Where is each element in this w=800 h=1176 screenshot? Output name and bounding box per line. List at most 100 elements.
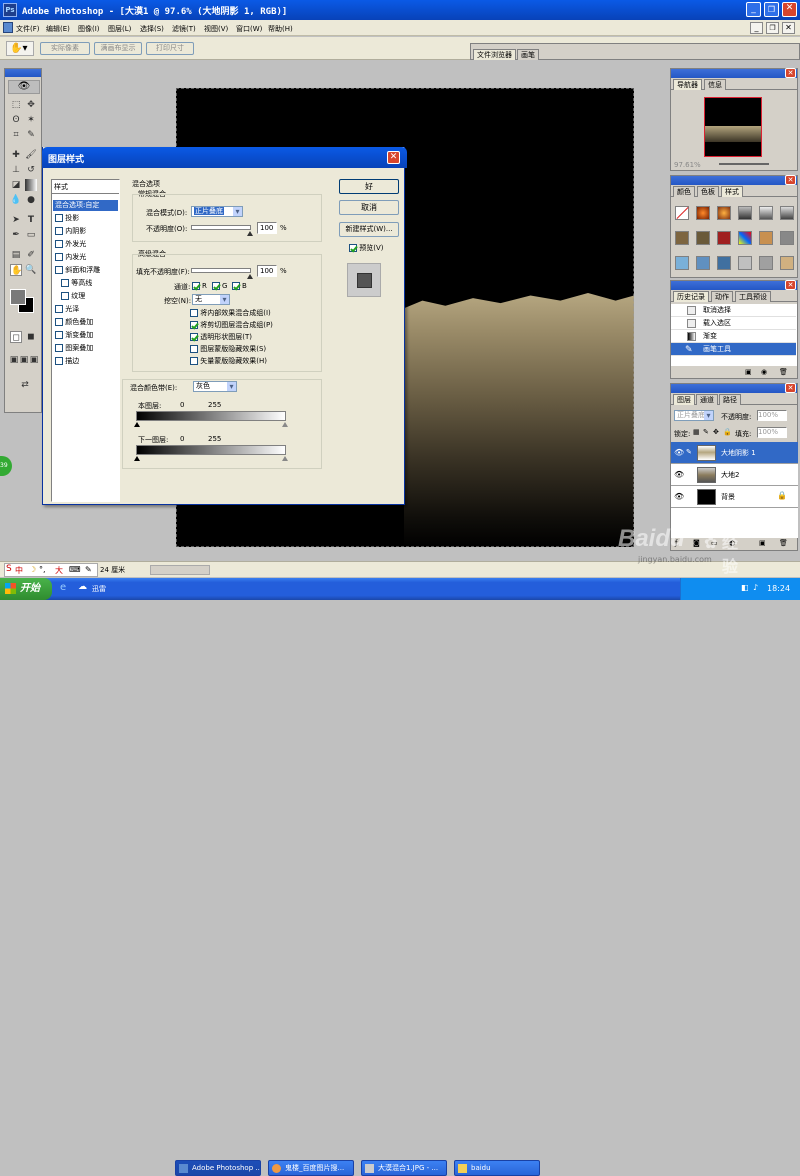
blur-tool-icon[interactable]: 💧	[10, 194, 22, 206]
style-swatch-13[interactable]	[675, 256, 689, 270]
history-close-icon[interactable]: ✕	[785, 280, 796, 290]
style-outer-glow[interactable]: 外发光	[53, 239, 118, 250]
gradient-tool-icon[interactable]	[25, 179, 37, 191]
style-swatch-none[interactable]	[675, 206, 689, 220]
style-swatch-7[interactable]	[675, 231, 689, 245]
delete-state-icon[interactable]: 🗑	[779, 368, 788, 376]
style-swatch-11[interactable]	[759, 231, 773, 245]
menu-layer[interactable]: 图层(L)	[108, 24, 131, 34]
close-button[interactable]: ✕	[782, 2, 797, 17]
style-swatch-4[interactable]	[738, 206, 752, 220]
layer-effects-icon[interactable]: ƒ	[675, 539, 677, 547]
history-item-active[interactable]: ✎ 画笔工具	[671, 343, 796, 356]
tab-tool-presets[interactable]: 工具预设	[735, 291, 771, 302]
lock-image-icon[interactable]: ✎	[703, 428, 709, 436]
channel-r-checkbox[interactable]	[192, 282, 200, 290]
style-inner-glow[interactable]: 内发光	[53, 252, 118, 263]
color-overlay-checkbox[interactable]	[55, 318, 63, 326]
lock-all-icon[interactable]: 🔒	[723, 428, 732, 436]
layer-row[interactable]: 👁 大地2	[671, 464, 798, 486]
new-snapshot-icon[interactable]: ◉	[761, 368, 767, 376]
ime-mode[interactable]: 中	[15, 565, 23, 576]
zoom-tool-icon[interactable]: 🔍	[25, 264, 37, 276]
ime-moon-icon[interactable]: ☽	[29, 565, 36, 574]
layer-fill-input[interactable]: 100%	[757, 427, 787, 438]
layer-mask-icon[interactable]: ◙	[693, 539, 700, 547]
ime-keyboard-icon[interactable]: ⌨	[69, 565, 81, 574]
style-bevel-emboss[interactable]: 斜面和浮雕	[53, 265, 118, 276]
tab-styles[interactable]: 样式	[721, 186, 743, 197]
underlying-white-thumb[interactable]	[282, 456, 288, 461]
screen-mode-full-icon[interactable]: ▣	[28, 354, 40, 366]
hand-tool-icon[interactable]: ✋▾	[6, 41, 34, 56]
adv-option-blend-clipped[interactable]: 将剪切图层混合成组(P)	[190, 320, 273, 330]
visibility-eye-icon[interactable]: 👁	[674, 448, 684, 457]
opacity-input[interactable]: 100	[257, 222, 277, 234]
style-swatch-10[interactable]	[738, 231, 752, 245]
tab-navigator[interactable]: 导航器	[673, 79, 702, 90]
magic-wand-icon[interactable]: ✶	[25, 114, 37, 126]
style-swatch-17[interactable]	[759, 256, 773, 270]
start-button[interactable]: 开始	[0, 578, 52, 600]
doc-restore-button[interactable]: ❐	[766, 22, 779, 34]
hand-icon[interactable]: ✋	[10, 264, 22, 276]
style-swatch-3[interactable]	[717, 206, 731, 220]
taskbar-browser[interactable]: 鬼楼_百度图片搜...	[268, 1160, 354, 1176]
history-brush-icon[interactable]: ↺	[25, 164, 37, 176]
style-swatch-16[interactable]	[738, 256, 752, 270]
this-layer-white-thumb[interactable]	[282, 422, 288, 427]
style-swatch-6[interactable]	[780, 206, 794, 220]
taskbar-folder[interactable]: baidu	[454, 1160, 540, 1176]
navigator-preview[interactable]	[704, 97, 762, 157]
navigator-zoom-slider[interactable]	[719, 163, 769, 165]
adv-option-layer-mask-hides[interactable]: 图层蒙版隐藏效果(S)	[190, 344, 266, 354]
layer-row[interactable]: 👁 背景 🔒	[671, 486, 798, 508]
print-size-button[interactable]: 打印尺寸	[146, 42, 194, 55]
style-swatch-14[interactable]	[696, 256, 710, 270]
contour-checkbox[interactable]	[61, 279, 69, 287]
opacity-slider-thumb[interactable]	[247, 231, 253, 236]
fill-opacity-slider[interactable]	[191, 268, 251, 273]
style-contour[interactable]: 等高线	[53, 278, 118, 289]
dodge-tool-icon[interactable]: ●	[25, 194, 37, 206]
style-satin[interactable]: 光泽	[53, 304, 118, 315]
tab-paths[interactable]: 路径	[719, 394, 741, 405]
quicklaunch-xunlei-icon[interactable]: ☁	[78, 582, 87, 592]
tab-history[interactable]: 历史记录	[673, 291, 709, 302]
fit-screen-button[interactable]: 满画布显示	[94, 42, 142, 55]
stamp-tool-icon[interactable]: ⊥	[10, 164, 22, 176]
adv-option-vector-mask-hides[interactable]: 矢量蒙版隐藏效果(H)	[190, 356, 267, 366]
history-item[interactable]: 渐变	[671, 330, 796, 343]
tab-channels[interactable]: 通道	[696, 394, 718, 405]
tab-color[interactable]: 颜色	[673, 186, 695, 197]
crop-tool-icon[interactable]: ⌗	[10, 129, 22, 141]
style-inner-shadow[interactable]: 内阴影	[53, 226, 118, 237]
drop-shadow-checkbox[interactable]	[55, 214, 63, 222]
lasso-tool-icon[interactable]: ʘ	[10, 114, 22, 126]
standard-mode-icon[interactable]: ◻	[10, 331, 22, 343]
inner-glow-checkbox[interactable]	[55, 253, 63, 261]
satin-checkbox[interactable]	[55, 305, 63, 313]
eraser-tool-icon[interactable]: ◪	[10, 179, 22, 191]
history-item[interactable]: 载入选区	[671, 317, 796, 330]
visibility-eye-icon[interactable]: 👁	[674, 492, 684, 501]
menu-view[interactable]: 视图(V)	[204, 24, 228, 34]
preview-checkbox[interactable]	[349, 244, 357, 252]
brush-tool-icon[interactable]: 🖌	[25, 149, 37, 161]
ime-extra[interactable]: 大	[55, 565, 63, 576]
layer-blend-mode-select[interactable]: 正片叠底	[674, 410, 714, 421]
fill-opacity-slider-thumb[interactable]	[247, 274, 253, 279]
lock-position-icon[interactable]: ✥	[713, 428, 719, 436]
style-pattern-overlay[interactable]: 图案叠加	[53, 343, 118, 354]
style-texture[interactable]: 纹理	[53, 291, 118, 302]
style-swatch-15[interactable]	[717, 256, 731, 270]
tray-volume-icon[interactable]: ♪	[753, 583, 758, 592]
outer-glow-checkbox[interactable]	[55, 240, 63, 248]
blend-if-select[interactable]: 灰色	[193, 381, 237, 392]
lock-transparency-icon[interactable]: ▦	[693, 428, 700, 436]
knockout-select[interactable]: 无	[192, 294, 230, 305]
style-swatch-12[interactable]	[780, 231, 794, 245]
texture-checkbox[interactable]	[61, 292, 69, 300]
tab-swatches[interactable]: 色板	[697, 186, 719, 197]
new-document-icon[interactable]: ▣	[745, 368, 752, 376]
